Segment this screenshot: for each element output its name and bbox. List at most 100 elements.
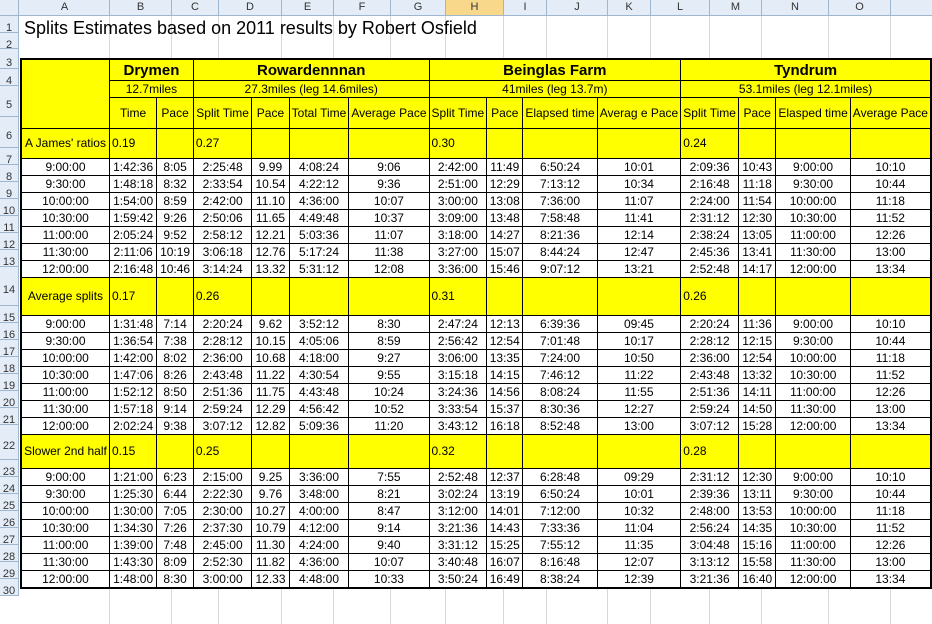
data-cell[interactable]: 3:43:12: [428, 417, 488, 435]
data-cell[interactable]: 12:39: [596, 570, 682, 589]
row-header-26[interactable]: 26: [0, 511, 19, 529]
data-cell[interactable]: 9:00:00: [775, 158, 851, 176]
data-cell[interactable]: 5:31:12: [288, 260, 350, 278]
data-cell[interactable]: 7:38: [156, 332, 194, 350]
row-header-22[interactable]: 22: [0, 425, 19, 460]
data-cell[interactable]: 4:56:42: [288, 400, 350, 418]
subheader-cell[interactable]: Time: [108, 97, 158, 129]
data-cell[interactable]: 7:14: [156, 315, 194, 333]
data-cell[interactable]: 2:37:30: [192, 519, 253, 537]
data-cell[interactable]: 13:35: [486, 349, 524, 367]
data-cell[interactable]: 9:30:00: [775, 175, 851, 193]
row-header-24[interactable]: 24: [0, 477, 19, 495]
column-header-B[interactable]: B: [110, 0, 172, 15]
data-cell[interactable]: 10:30:00: [775, 209, 851, 227]
data-cell[interactable]: 10:34: [596, 175, 682, 193]
empty-cell[interactable]: [348, 434, 430, 469]
data-cell[interactable]: 1:34:30: [108, 519, 158, 537]
distance-tyndrum[interactable]: 53.1miles (leg 12.1miles): [680, 80, 932, 98]
data-cell[interactable]: 10.79: [251, 519, 290, 537]
data-cell[interactable]: 8:59: [348, 332, 430, 350]
start-time-cell[interactable]: 9:00:00: [19, 468, 110, 486]
empty-cell[interactable]: [156, 128, 194, 159]
empty-cell[interactable]: [849, 128, 932, 159]
data-cell[interactable]: 3:00:00: [192, 570, 253, 589]
row-header-29[interactable]: 29: [0, 562, 19, 580]
data-cell[interactable]: 2:43:48: [680, 366, 740, 384]
data-cell[interactable]: 14:43: [486, 519, 524, 537]
data-cell[interactable]: 10.27: [251, 502, 290, 520]
data-cell[interactable]: 8:32: [156, 175, 194, 193]
data-cell[interactable]: 2:52:48: [428, 468, 488, 486]
data-cell[interactable]: 2:56:42: [428, 332, 488, 350]
data-cell[interactable]: 7:46:12: [522, 366, 598, 384]
column-header-G[interactable]: G: [391, 0, 446, 15]
subheader-cell[interactable]: Average Pace: [849, 97, 932, 129]
data-cell[interactable]: 10:07: [348, 553, 430, 571]
data-cell[interactable]: 2:28:12: [680, 332, 740, 350]
data-cell[interactable]: 09:45: [596, 315, 682, 333]
data-cell[interactable]: 12.33: [251, 570, 290, 589]
data-cell[interactable]: 13.32: [251, 260, 290, 278]
data-cell[interactable]: 5:09:36: [288, 417, 350, 435]
data-cell[interactable]: 1:47:06: [108, 366, 158, 384]
column-header-D[interactable]: D: [219, 0, 282, 15]
column-header-C[interactable]: C: [172, 0, 219, 15]
select-all-corner[interactable]: [0, 0, 19, 15]
data-cell[interactable]: 9:14: [348, 519, 430, 537]
ratio-beinglas[interactable]: 0.30: [428, 128, 488, 159]
data-cell[interactable]: 2:31:12: [680, 468, 740, 486]
empty-cell[interactable]: [596, 128, 682, 159]
data-cell[interactable]: 13:00: [849, 553, 932, 571]
start-time-cell[interactable]: 10:30:00: [19, 366, 110, 384]
data-cell[interactable]: 14:15: [486, 366, 524, 384]
data-cell[interactable]: 12.29: [251, 400, 290, 418]
data-cell[interactable]: 2:02:24: [108, 417, 158, 435]
data-cell[interactable]: 10:44: [849, 332, 932, 350]
data-cell[interactable]: 1:36:54: [108, 332, 158, 350]
distance-rowardennan[interactable]: 27.3miles (leg 14.6miles): [192, 80, 430, 98]
data-cell[interactable]: 7:55: [348, 468, 430, 486]
empty-cell[interactable]: [348, 277, 430, 316]
data-cell[interactable]: 2:48:00: [680, 502, 740, 520]
data-cell[interactable]: 4:36:00: [288, 192, 350, 210]
data-cell[interactable]: 11:30:00: [775, 243, 851, 261]
data-cell[interactable]: 1:54:00: [108, 192, 158, 210]
data-cell[interactable]: 2:52:48: [680, 260, 740, 278]
data-cell[interactable]: 3:33:54: [428, 400, 488, 418]
empty-cell[interactable]: [522, 434, 598, 469]
data-cell[interactable]: 7:55:12: [522, 536, 598, 554]
data-cell[interactable]: 3:21:36: [428, 519, 488, 537]
data-cell[interactable]: 11:52: [849, 209, 932, 227]
distance-beinglas[interactable]: 41miles (leg 13.7m): [428, 80, 682, 98]
data-cell[interactable]: 9:27: [348, 349, 430, 367]
data-cell[interactable]: 16:49: [486, 570, 524, 589]
data-cell[interactable]: 3:27:00: [428, 243, 488, 261]
data-cell[interactable]: 6:39:36: [522, 315, 598, 333]
data-cell[interactable]: 3:00:00: [428, 192, 488, 210]
data-cell[interactable]: 2:58:12: [192, 226, 253, 244]
data-cell[interactable]: 12:30: [738, 468, 777, 486]
row-header-5[interactable]: 5: [0, 86, 19, 117]
column-header-J[interactable]: J: [547, 0, 608, 15]
data-cell[interactable]: 6:23: [156, 468, 194, 486]
data-cell[interactable]: 9:30:00: [775, 485, 851, 503]
data-cell[interactable]: 2:20:24: [680, 315, 740, 333]
data-cell[interactable]: 13:00: [849, 400, 932, 418]
data-cell[interactable]: 11:07: [348, 226, 430, 244]
data-cell[interactable]: 13:41: [738, 243, 777, 261]
data-cell[interactable]: 11:35: [596, 536, 682, 554]
data-cell[interactable]: 11:52: [849, 519, 932, 537]
ratio-tyndrum[interactable]: 0.28: [680, 434, 740, 469]
row-header-1[interactable]: 1: [0, 16, 19, 34]
data-cell[interactable]: 2:38:24: [680, 226, 740, 244]
empty-cell[interactable]: [849, 277, 932, 316]
data-cell[interactable]: 10:00:00: [775, 192, 851, 210]
start-time-cell[interactable]: 9:00:00: [19, 158, 110, 176]
data-cell[interactable]: 10:01: [596, 485, 682, 503]
ratio-drymen[interactable]: 0.19: [108, 128, 158, 159]
data-cell[interactable]: 11:30:00: [775, 400, 851, 418]
column-header-K[interactable]: K: [608, 0, 651, 15]
data-cell[interactable]: 5:03:36: [288, 226, 350, 244]
data-cell[interactable]: 10:01: [596, 158, 682, 176]
